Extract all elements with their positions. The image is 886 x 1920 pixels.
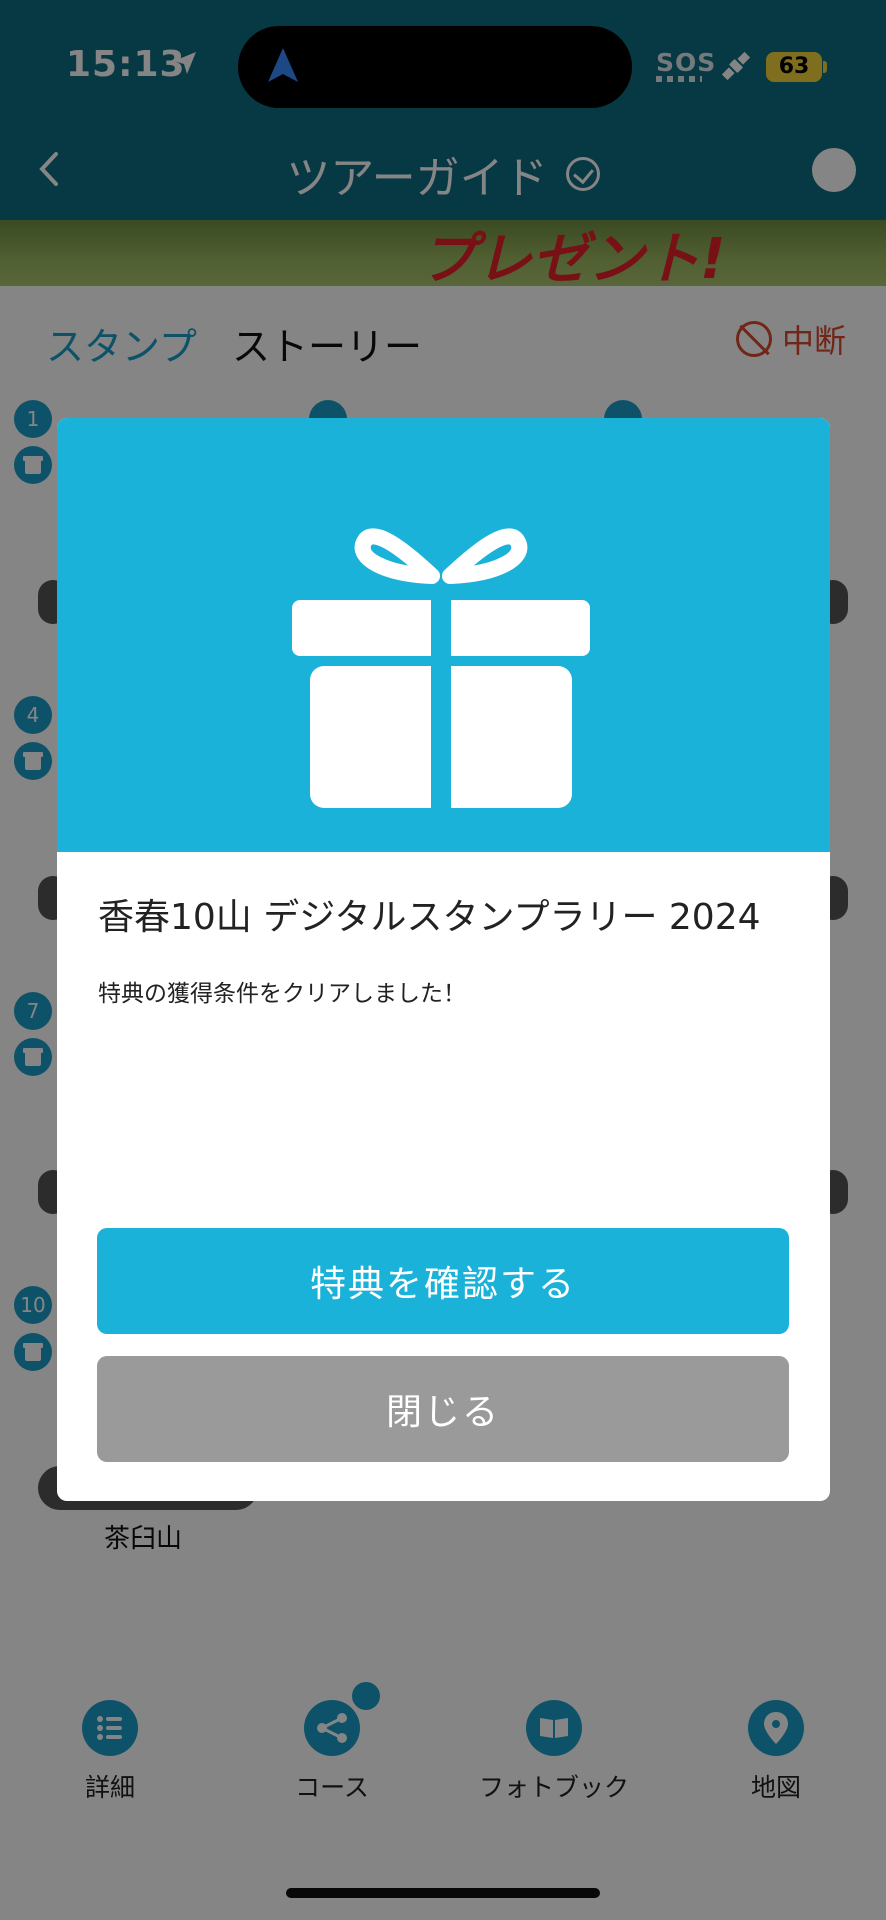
confirm-reward-button[interactable]: 特典を確認する [97,1228,789,1334]
reward-modal: 香春10山 デジタルスタンプラリー 2024 特典の獲得条件をクリアしました！ … [57,418,830,1501]
modal-title: 香春10山 デジタルスタンプラリー 2024 [98,897,761,938]
gift-icon [292,528,590,808]
close-button[interactable]: 閉じる [97,1356,789,1462]
modal-hero [57,418,830,852]
modal-message: 特典の獲得条件をクリアしました！ [98,981,466,1007]
